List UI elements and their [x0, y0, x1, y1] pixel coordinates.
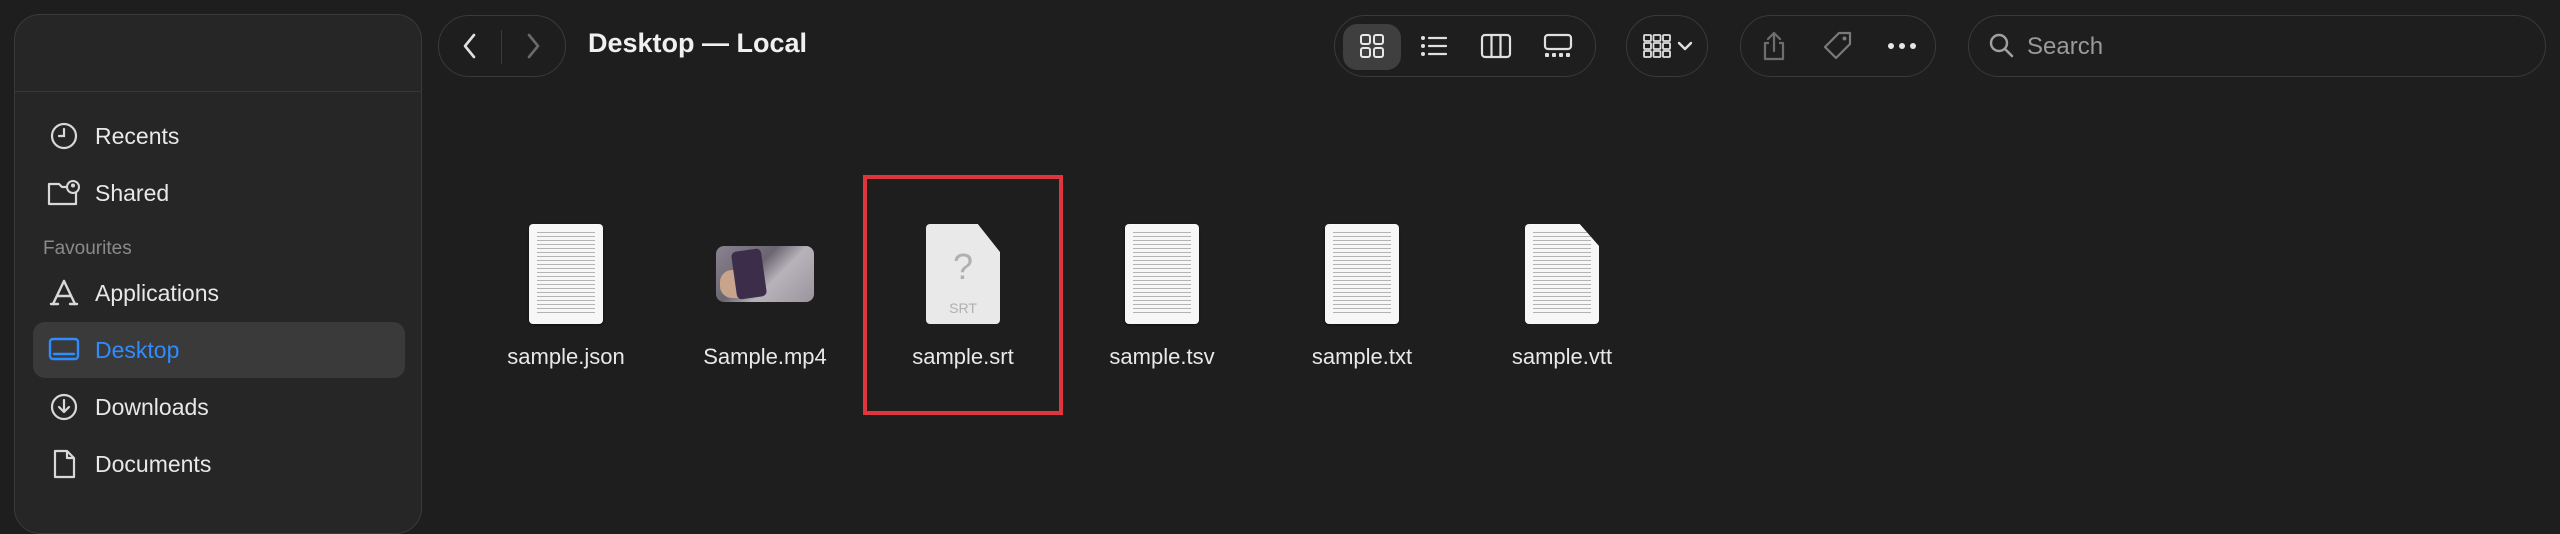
group-grid-icon — [1643, 34, 1671, 58]
downloads-icon — [47, 390, 81, 424]
list-view-button[interactable] — [1405, 16, 1463, 76]
gallery-icon — [1543, 33, 1573, 57]
sidebar-item-shared[interactable]: Shared — [33, 165, 405, 221]
list-icon — [1421, 36, 1448, 56]
file-name: sample.json — [507, 344, 625, 369]
search-icon — [1987, 30, 2017, 67]
sidebar-item-downloads[interactable]: Downloads — [33, 379, 405, 435]
file-name: sample.tsv — [1109, 344, 1215, 369]
gallery-view-button[interactable] — [1529, 16, 1587, 76]
desktop-icon — [47, 333, 81, 367]
group-by-button[interactable] — [1626, 15, 1708, 77]
group-by-inner — [1635, 16, 1701, 76]
sidebar-item-documents[interactable]: Documents — [33, 436, 405, 492]
file-item-mp4[interactable]: Sample.mp4 — [670, 220, 860, 420]
applications-icon — [47, 276, 81, 310]
text-document-icon — [1525, 224, 1599, 324]
documents-icon — [47, 447, 81, 481]
file-thumbnail — [1067, 220, 1257, 328]
shared-folder-icon — [47, 176, 81, 210]
file-item-json[interactable]: sample.json — [471, 220, 661, 420]
sidebar-item-label: Downloads — [95, 393, 209, 420]
file-thumbnail — [1467, 220, 1657, 328]
file-name: sample.txt — [1311, 344, 1413, 369]
more-button[interactable] — [1871, 16, 1933, 76]
sidebar-item-desktop[interactable]: Desktop — [33, 322, 405, 378]
text-document-icon — [1325, 224, 1399, 324]
columns-icon — [1480, 33, 1512, 59]
file-item-vtt[interactable]: sample.vtt — [1467, 220, 1657, 420]
ellipsis-icon — [1888, 43, 1916, 49]
chevron-left-icon — [463, 33, 476, 59]
sidebar-item-applications[interactable]: Applications — [33, 265, 405, 321]
text-document-icon — [529, 224, 603, 324]
tag-icon — [1823, 31, 1852, 60]
share-button[interactable] — [1743, 16, 1805, 76]
sidebar: Recents Shared Favourites Applications D… — [14, 14, 422, 534]
sidebar-item-label: Applications — [95, 279, 220, 306]
sidebar-item-label: Recents — [95, 122, 180, 149]
action-buttons — [1740, 15, 1936, 77]
grid-icon — [1360, 34, 1384, 58]
text-document-icon — [1125, 224, 1199, 324]
video-thumbnail-icon — [716, 246, 814, 302]
sidebar-section-favourites: Favourites — [43, 238, 132, 259]
nav-buttons — [438, 15, 566, 77]
column-view-button[interactable] — [1467, 16, 1525, 76]
file-thumbnail — [670, 220, 860, 328]
file-item-txt[interactable]: sample.txt — [1267, 220, 1457, 420]
icon-view-button[interactable] — [1343, 16, 1401, 76]
file-thumbnail — [1267, 220, 1457, 328]
search-field[interactable] — [1968, 15, 2546, 77]
sidebar-item-label: Shared — [95, 179, 170, 206]
share-icon — [1763, 31, 1785, 61]
back-button[interactable] — [439, 16, 501, 76]
window-title: Desktop — Local — [588, 28, 808, 58]
view-mode-control — [1334, 15, 1596, 77]
forward-button[interactable] — [502, 16, 564, 76]
file-item-tsv[interactable]: sample.tsv — [1067, 220, 1257, 420]
tag-button[interactable] — [1807, 16, 1869, 76]
search-input[interactable] — [2025, 28, 2529, 66]
clock-icon — [47, 119, 81, 153]
sidebar-item-recents[interactable]: Recents — [33, 108, 405, 164]
sidebar-divider — [15, 91, 421, 92]
file-name: sample.vtt — [1511, 344, 1613, 369]
chevron-right-icon — [527, 33, 540, 59]
sidebar-item-label: Desktop — [95, 336, 180, 363]
selection-highlight-box — [863, 175, 1063, 415]
chevron-down-icon — [1677, 41, 1693, 51]
sidebar-item-label: Documents — [95, 450, 212, 477]
file-name: Sample.mp4 — [703, 344, 827, 369]
file-thumbnail — [471, 220, 661, 328]
